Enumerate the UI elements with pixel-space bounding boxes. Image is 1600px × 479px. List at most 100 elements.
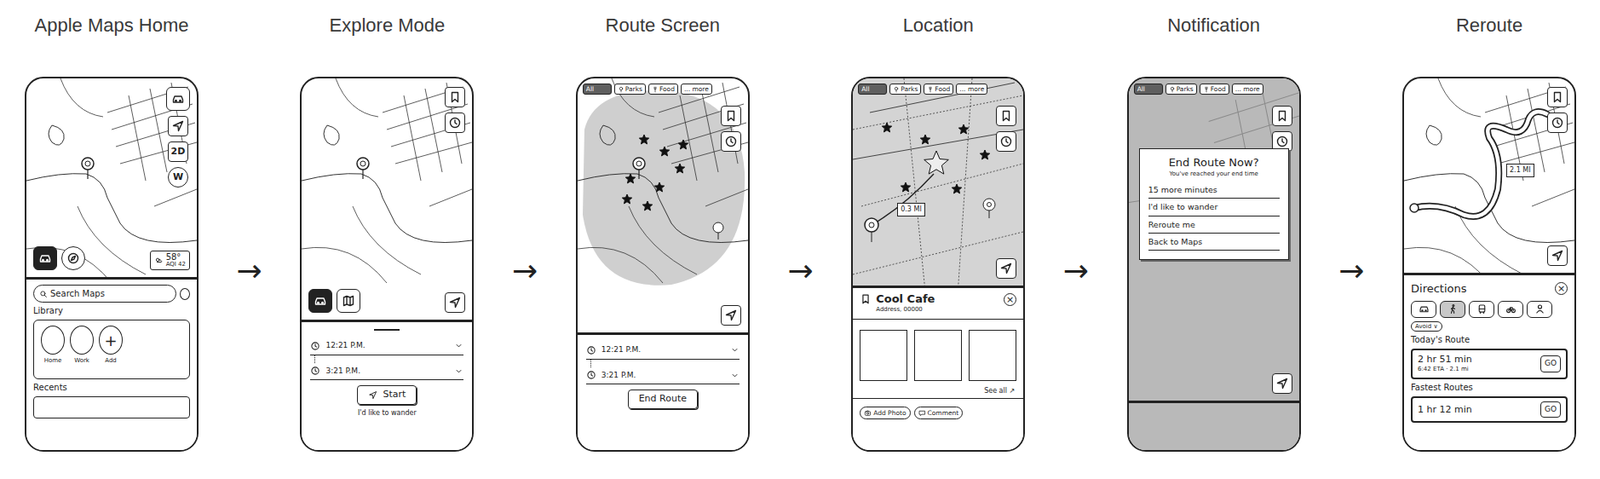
explore-button[interactable] [61, 246, 86, 271]
library-circle[interactable]: + [98, 325, 123, 355]
photo-placeholder[interactable] [859, 329, 908, 381]
close-button[interactable]: × [1003, 293, 1017, 306]
end-route-button[interactable]: End Route [627, 389, 698, 409]
library-item[interactable]: Home [40, 325, 65, 374]
compass-label: W [172, 170, 184, 185]
filter-chip[interactable]: Food [923, 83, 954, 95]
filter-chip[interactable]: Parks [614, 83, 646, 95]
saved-button[interactable] [720, 105, 742, 127]
route-section-heading: Fastest Routes [1410, 382, 1568, 393]
time-value[interactable]: 12:21 P.M. [325, 339, 449, 352]
filter-chip[interactable]: Food [1199, 83, 1230, 95]
locate-button[interactable] [167, 115, 189, 137]
bottom-sheet: 12:21 P.M. 3:21 P.M. End Route [577, 334, 749, 450]
filter-chip[interactable]: ... more [680, 83, 713, 95]
time-value[interactable]: 3:21 P.M. [601, 369, 726, 382]
action-button[interactable]: Add Photo [859, 406, 910, 420]
drive-mode-button[interactable] [166, 86, 190, 111]
account-button[interactable] [179, 287, 190, 300]
dialog-option[interactable]: Back to Maps [1148, 233, 1280, 251]
tree-icon [1168, 86, 1176, 93]
filter-chip[interactable]: ... more [955, 83, 988, 95]
filter-chip[interactable]: Food [648, 83, 679, 95]
search-field[interactable] [33, 284, 177, 303]
locate-button[interactable] [1271, 373, 1293, 394]
saved-button[interactable] [444, 86, 466, 108]
flow-arrow: → [760, 11, 841, 287]
avoid-dropdown[interactable]: Avoid ∨ [1410, 321, 1443, 333]
library-circle[interactable] [40, 325, 65, 355]
locate-button[interactable] [995, 258, 1017, 279]
time-button[interactable] [995, 131, 1017, 152]
library-item[interactable]: Work [69, 325, 94, 374]
compass-button[interactable]: W [167, 166, 189, 188]
map-canvas[interactable] [1404, 78, 1575, 273]
drive-button[interactable] [33, 246, 58, 271]
dialog-option[interactable]: 15 more minutes [1148, 181, 1280, 199]
locate-button[interactable] [720, 305, 742, 326]
time-value[interactable]: 12:21 P.M. [601, 344, 726, 357]
view-toggle-button[interactable]: 2D [167, 141, 189, 162]
screen-title: Reroute [1456, 11, 1523, 40]
filter-chip[interactable]: All [857, 83, 887, 95]
time-button[interactable] [720, 131, 742, 152]
transport-mode[interactable] [1526, 300, 1553, 318]
car-icon [171, 92, 185, 106]
time-button[interactable] [444, 112, 466, 133]
see-all-link[interactable]: See all ↗ [852, 384, 1024, 399]
transport-mode[interactable] [1497, 300, 1524, 318]
locate-control [720, 305, 742, 326]
wander-link[interactable]: I'd like to wander [308, 408, 466, 419]
time-value[interactable]: 3:21 P.M. [325, 365, 449, 378]
route-card[interactable]: 1 hr 12 minGO [1410, 396, 1568, 424]
sheet-handle[interactable] [374, 328, 400, 331]
search-input[interactable] [50, 287, 171, 300]
filter-chip[interactable]: Parks [1165, 83, 1198, 95]
saved-button[interactable] [995, 105, 1017, 127]
map-area[interactable]: AllParksFood... more 0.3 MI [852, 78, 1024, 288]
route-card[interactable]: 2 hr 51 min6:42 ETA · 2.1 miGO [1410, 348, 1568, 380]
library-circle[interactable] [69, 325, 94, 355]
explore-button[interactable] [336, 288, 361, 313]
saved-button[interactable] [1271, 105, 1293, 127]
time-row[interactable]: 3:21 P.M. [310, 362, 464, 381]
map-area[interactable]: 2.1 MI [1404, 78, 1575, 276]
map-area[interactable]: AllParksFood... moreEnd Route Now?You've… [1128, 78, 1300, 403]
photo-placeholder[interactable] [968, 329, 1017, 381]
fork-icon [651, 86, 659, 93]
filter-chip[interactable]: All [1133, 83, 1163, 95]
drive-button[interactable] [308, 288, 333, 313]
locate-button[interactable] [1547, 245, 1568, 266]
dialog-option[interactable]: Reroute me [1148, 216, 1280, 234]
chevron-icon [730, 345, 740, 355]
time-row[interactable]: 12:21 P.M. [310, 337, 464, 356]
transport-mode[interactable] [1410, 300, 1437, 318]
filter-chip[interactable]: ... more [1231, 83, 1264, 95]
saved-button[interactable] [1547, 86, 1568, 108]
time-row[interactable]: 3:21 P.M. [586, 367, 740, 386]
dialog-option[interactable]: I'd like to wander [1148, 198, 1280, 216]
transport-modes [1410, 300, 1568, 318]
time-row[interactable]: 12:21 P.M. [586, 341, 740, 360]
map-area[interactable]: 2DW58°AQI 42 [26, 78, 197, 280]
filter-chip[interactable]: Parks [889, 83, 921, 95]
transport-mode[interactable] [1468, 300, 1495, 318]
time-button[interactable] [1547, 112, 1568, 133]
transport-mode[interactable] [1439, 300, 1466, 318]
photo-placeholder[interactable] [914, 329, 962, 381]
locate-button[interactable] [444, 292, 466, 313]
map-controls: 2D W [166, 86, 190, 188]
go-button[interactable]: GO [1540, 355, 1561, 373]
library-item[interactable]: +Add [98, 325, 123, 374]
action-button[interactable]: Comment [914, 406, 964, 420]
filter-chip[interactable]: All [582, 83, 612, 95]
start-button[interactable]: Start [356, 385, 417, 405]
distance-label: 0.3 MI [897, 202, 926, 217]
bookmark-icon [724, 109, 738, 123]
map-area[interactable]: AllParksFood... more [577, 78, 749, 335]
walk-icon [1447, 303, 1459, 315]
close-button[interactable]: × [1554, 282, 1568, 295]
locate-control [1547, 245, 1568, 266]
go-button[interactable]: GO [1540, 401, 1561, 419]
map-area[interactable] [301, 78, 472, 323]
